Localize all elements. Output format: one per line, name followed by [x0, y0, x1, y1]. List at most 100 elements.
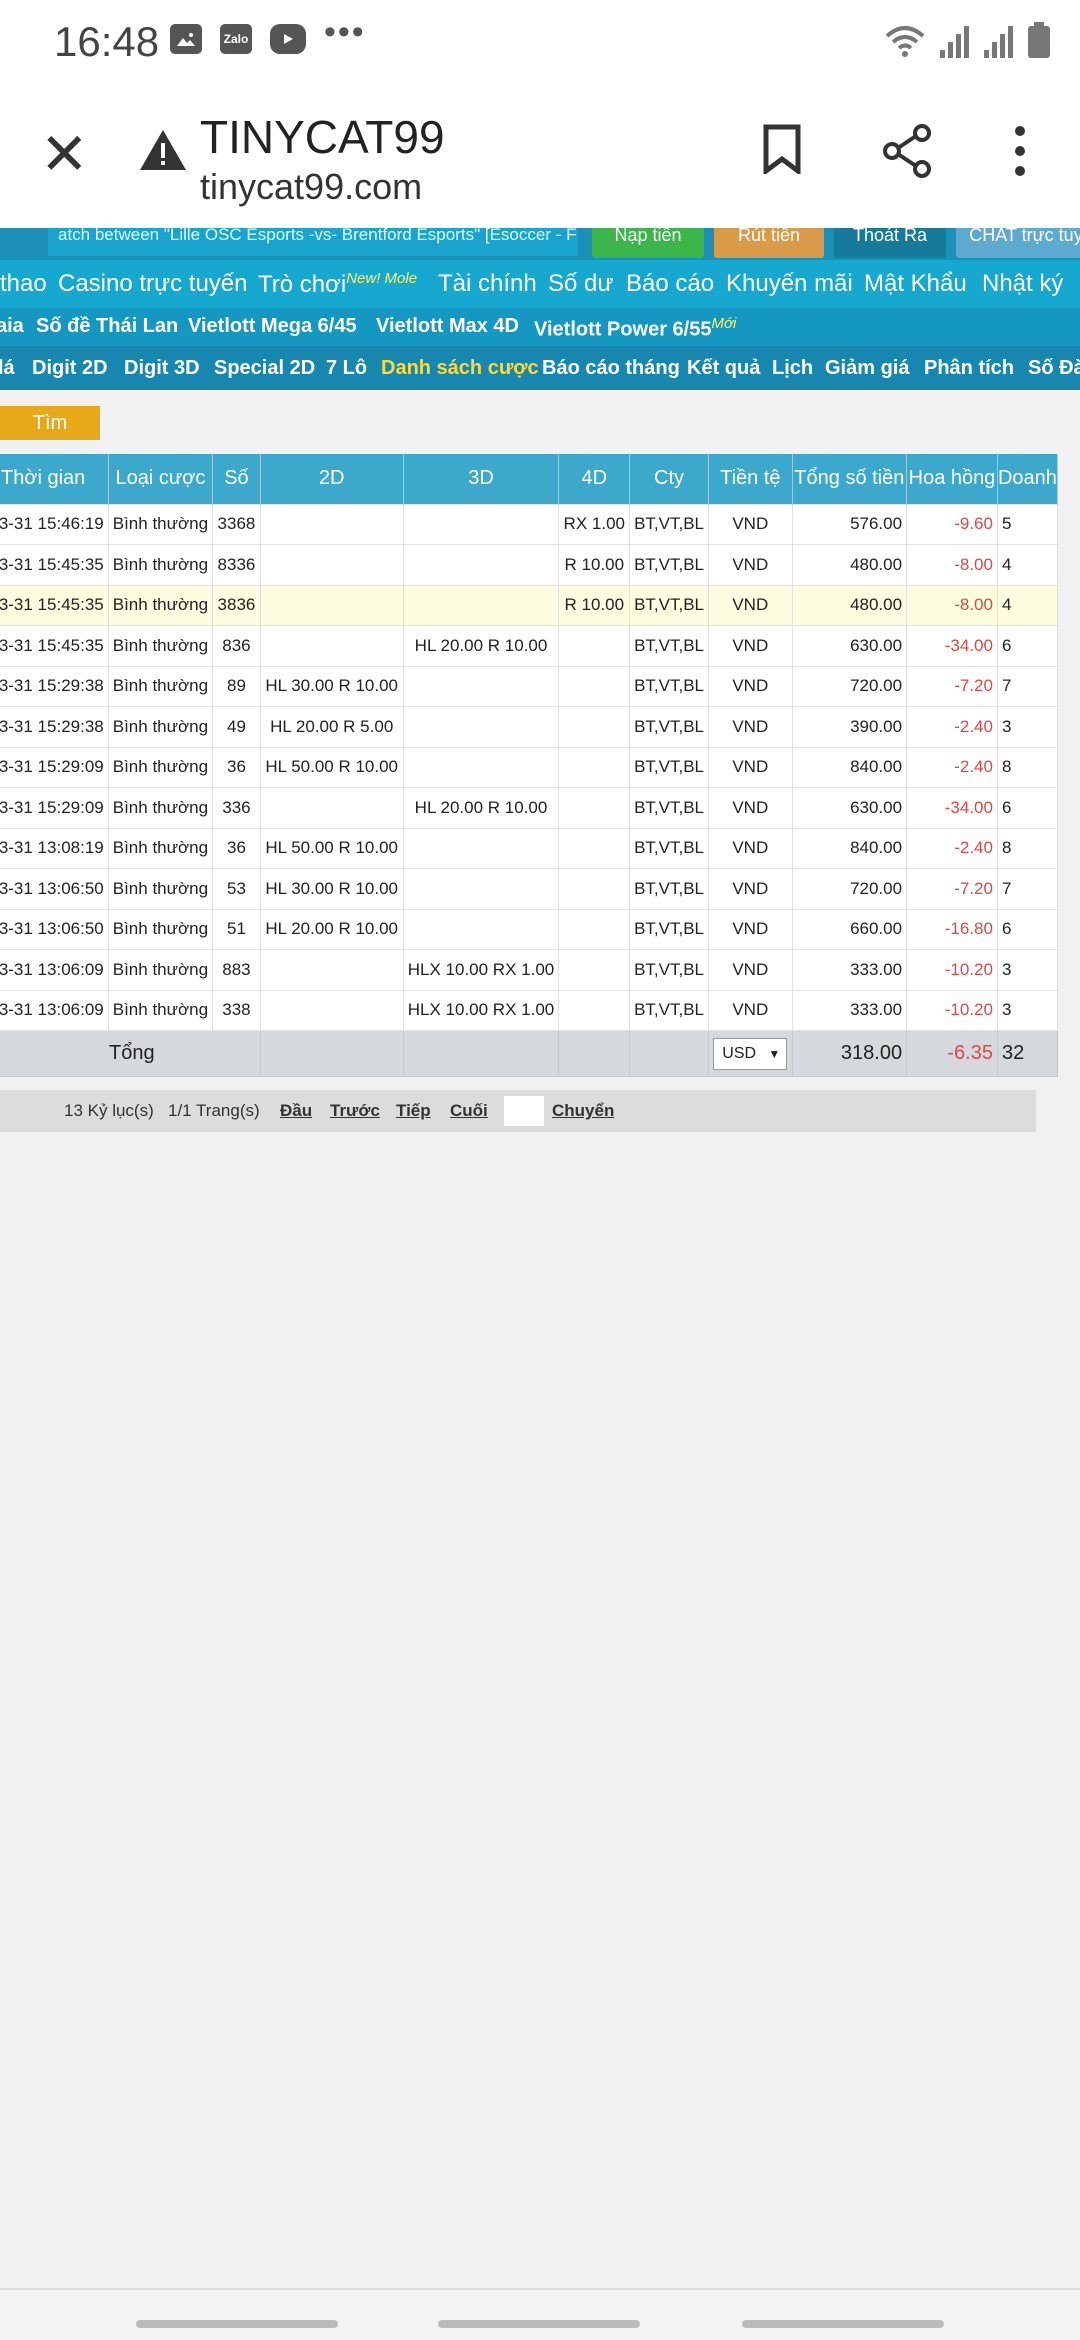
cell-currency: VND — [708, 868, 793, 910]
table-row[interactable]: 03-31 13:06:09 Bình thường 883 HLX 10.00 RX… — [0, 949, 1059, 991]
table-row[interactable]: 03-31 13:06:09 Bình thường 338 HLX 10.00 RX… — [0, 989, 1059, 1031]
url-text[interactable]: tinycat99.com — [200, 166, 422, 208]
cell-total: 480.00 — [791, 584, 908, 626]
col-2d: 2D — [260, 454, 404, 504]
nav-lottery-asia[interactable]: aia — [0, 315, 24, 338]
close-icon[interactable]: ✕ — [40, 124, 89, 184]
nav-power-655[interactable]: Vietlott Power 6/55Mới — [534, 315, 736, 342]
cell-3d — [402, 665, 560, 707]
tab-results[interactable]: Kết quả — [687, 357, 760, 380]
cell-company: BT,VT,BL — [629, 544, 709, 586]
table-row[interactable]: 03-31 15:45:35 Bình thường 8336 R 10.00 BT,V… — [0, 544, 1059, 586]
table-row[interactable]: 03-31 13:06:50 Bình thường 53 HL 30.00 R 10… — [0, 868, 1059, 910]
nav-handle[interactable] — [136, 2320, 338, 2328]
last-page-link[interactable]: Cuối — [450, 1101, 488, 1121]
cell-commission: -7.20 — [906, 665, 998, 707]
cell-total: 390.00 — [791, 706, 908, 748]
cell-revenue: 4 — [996, 584, 1059, 626]
table-row[interactable]: 03-31 15:45:35 Bình thường 836 HL 20.00 R 1… — [0, 625, 1059, 667]
cell-company: BT,VT,BL — [629, 827, 709, 869]
table-row[interactable]: 03-31 15:29:09 Bình thường 36 HL 50.00 R 10… — [0, 746, 1059, 788]
tab-lo[interactable]: lá — [0, 357, 15, 380]
tab-analysis[interactable]: Phân tích — [924, 357, 1014, 380]
nav-mega-645[interactable]: Vietlott Mega 6/45 — [188, 315, 357, 338]
cell-currency: VND — [708, 625, 793, 667]
prev-page-link[interactable]: Trước — [330, 1101, 380, 1121]
cell-time: 03-31 15:45:35 — [0, 584, 109, 626]
tab-so-da[interactable]: Số Đà — [1028, 357, 1080, 380]
table-row[interactable]: 03-31 15:29:38 Bình thường 89 HL 30.00 R 10… — [0, 665, 1059, 707]
cell-currency: VND — [708, 989, 793, 1031]
bookmark-icon[interactable] — [762, 124, 802, 174]
nav-balance[interactable]: Số dư — [548, 270, 613, 298]
cell-revenue: 8 — [996, 746, 1059, 788]
cell-4d — [558, 827, 631, 869]
tab-schedule[interactable]: Lịch — [772, 357, 813, 380]
table-row[interactable]: 03-31 15:29:09 Bình thường 336 HL 20.00 R 1… — [0, 787, 1059, 829]
sub-nav: lá Digit 2D Digit 3D Special 2D 7 Lô Dan… — [0, 346, 1080, 390]
tab-digit-2d[interactable]: Digit 2D — [32, 357, 108, 380]
nav-promotions[interactable]: Khuyến mãi — [726, 270, 853, 298]
tab-monthly-report[interactable]: Báo cáo tháng — [542, 357, 680, 380]
news-marquee[interactable]: atch between "Lille OSC Esports -vs- Bre… — [48, 228, 578, 256]
notification-icons: Zalo ••• — [170, 13, 366, 54]
deposit-button[interactable]: Nạp tiền — [592, 228, 704, 258]
nav-max-4d[interactable]: Vietlott Max 4D — [376, 315, 519, 338]
cell-3d — [402, 544, 560, 586]
cell-company: BT,VT,BL — [629, 989, 709, 1031]
cell-currency: VND — [708, 503, 793, 545]
table-row[interactable]: 03-31 13:06:50 Bình thường 51 HL 20.00 R 10… — [0, 908, 1059, 950]
cell-4d: R 10.00 — [558, 584, 631, 626]
first-page-link[interactable]: Đầu — [280, 1101, 312, 1121]
search-button[interactable]: Tìm — [0, 406, 100, 440]
tab-discount[interactable]: Giảm giá — [825, 357, 909, 380]
nav-thai-lottery[interactable]: Số đề Thái Lan — [36, 315, 178, 338]
table-row[interactable]: 03-31 15:45:35 Bình thường 3836 R 10.00 BT,V… — [0, 584, 1059, 626]
share-icon[interactable] — [882, 124, 932, 178]
tab-special-2d[interactable]: Special 2D — [214, 357, 315, 380]
cell-4d — [558, 665, 631, 707]
cell-2d — [259, 503, 404, 545]
page-title[interactable]: TINYCAT99 — [200, 110, 445, 164]
cell-revenue: 3 — [996, 989, 1059, 1031]
cell-currency: VND — [708, 949, 793, 991]
nav-casino[interactable]: Casino trực tuyến — [58, 270, 247, 298]
cell-number: 36 — [212, 746, 261, 788]
nav-finance[interactable]: Tài chính — [438, 270, 537, 298]
table-row[interactable]: 03-31 15:46:19 Bình thường 3368 RX 1.00 BT,V… — [0, 503, 1059, 545]
nav-handle[interactable] — [742, 2320, 944, 2328]
cell-company: BT,VT,BL — [629, 746, 709, 788]
nav-log[interactable]: Nhật ký — [982, 270, 1063, 298]
tab-7-lo[interactable]: 7 Lô — [326, 357, 367, 380]
nav-password[interactable]: Mật Khẩu — [864, 270, 967, 298]
tab-bet-list[interactable]: Danh sách cược — [381, 357, 539, 380]
go-page-link[interactable]: Chuyển — [552, 1101, 614, 1121]
col-time: Thời gian — [0, 454, 109, 504]
battery-icon — [1028, 22, 1050, 58]
nav-reports[interactable]: Báo cáo — [626, 270, 714, 298]
cell-company: BT,VT,BL — [629, 625, 709, 667]
nav-handle[interactable] — [438, 2320, 640, 2328]
nav-sports[interactable]: thao — [0, 270, 47, 298]
cell-3d — [402, 827, 560, 869]
table-row[interactable]: 03-31 15:29:38 Bình thường 49 HL 20.00 R 5.… — [0, 706, 1059, 748]
warning-icon[interactable] — [138, 128, 188, 172]
tab-digit-3d[interactable]: Digit 3D — [124, 357, 200, 380]
next-page-link[interactable]: Tiếp — [396, 1101, 431, 1121]
more-vert-icon[interactable] — [1010, 124, 1030, 178]
cell-2d — [259, 544, 404, 586]
cell-commission: -10.20 — [906, 949, 998, 991]
new-badge: Mới — [711, 315, 737, 332]
cell-4d — [558, 989, 631, 1031]
live-chat-button[interactable]: CHAT trực tuy — [956, 228, 1080, 258]
system-icons — [884, 22, 1050, 58]
currency-select[interactable]: USD — [713, 1037, 788, 1070]
col-currency: Tiền tệ — [708, 454, 793, 504]
logout-button[interactable]: Thoát Ra — [834, 228, 946, 258]
nav-games[interactable]: Trò chơiNew! Mole — [258, 270, 417, 299]
table-row[interactable]: 03-31 13:08:19 Bình thường 36 HL 50.00 R 10… — [0, 827, 1059, 869]
col-total: Tổng số tiền — [792, 454, 908, 504]
page-number-input[interactable] — [504, 1096, 544, 1126]
withdraw-button[interactable]: Rút tiền — [714, 228, 824, 258]
bet-list-table: Thời gian Loại cược Số 2D 3D 4D Cty Tiền… — [0, 454, 1059, 1077]
